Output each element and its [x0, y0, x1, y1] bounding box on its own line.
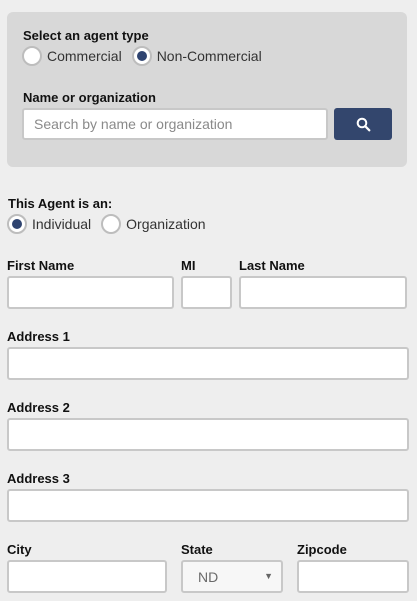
state-select-value: ND [198, 568, 219, 585]
organization-radio[interactable] [101, 214, 122, 234]
radio-selected-dot [12, 219, 22, 229]
individual-radio[interactable] [7, 214, 27, 234]
address1-field[interactable] [7, 347, 409, 380]
search-icon [356, 117, 370, 131]
address3-label: Address 3 [7, 471, 70, 486]
last-name-label: Last Name [239, 258, 305, 273]
organization-radio-label[interactable]: Organization [126, 216, 205, 232]
address2-label: Address 2 [7, 400, 70, 415]
radio-selected-dot [136, 51, 147, 61]
zipcode-label: Zipcode [297, 542, 347, 557]
agent-type-radio-group: Commercial Non-Commercial [22, 46, 272, 66]
chevron-down-icon: ▼ [264, 571, 273, 581]
first-name-label: First Name [7, 258, 75, 273]
agent-is-label: This Agent is an: [8, 195, 112, 211]
individual-radio-label[interactable]: Individual [32, 216, 91, 232]
address2-field[interactable] [7, 418, 409, 451]
non-commercial-radio[interactable] [131, 46, 152, 66]
search-button[interactable] [334, 108, 392, 140]
address3-field[interactable] [7, 489, 409, 522]
address1-label: Address 1 [7, 329, 70, 344]
agent-type-label: Select an agent type [23, 28, 149, 43]
city-field[interactable] [7, 560, 167, 593]
commercial-radio-label[interactable]: Commercial [47, 48, 122, 64]
name-or-organization-label: Name or organization [23, 90, 156, 105]
last-name-field[interactable] [239, 276, 407, 309]
search-input[interactable] [22, 108, 328, 140]
mi-field[interactable] [181, 276, 232, 309]
commercial-radio[interactable] [22, 46, 42, 66]
first-name-field[interactable] [7, 276, 174, 309]
city-label: City [7, 542, 32, 557]
agent-is-radio-group: Individual Organization [7, 214, 216, 234]
agent-is-label-text: This Agent is an: [8, 196, 113, 211]
non-commercial-radio-label[interactable]: Non-Commercial [157, 48, 262, 64]
zipcode-field[interactable] [297, 560, 409, 593]
mi-label: MI [181, 258, 196, 273]
state-label: State [181, 542, 213, 557]
state-select[interactable]: ND ▼ [181, 560, 283, 593]
